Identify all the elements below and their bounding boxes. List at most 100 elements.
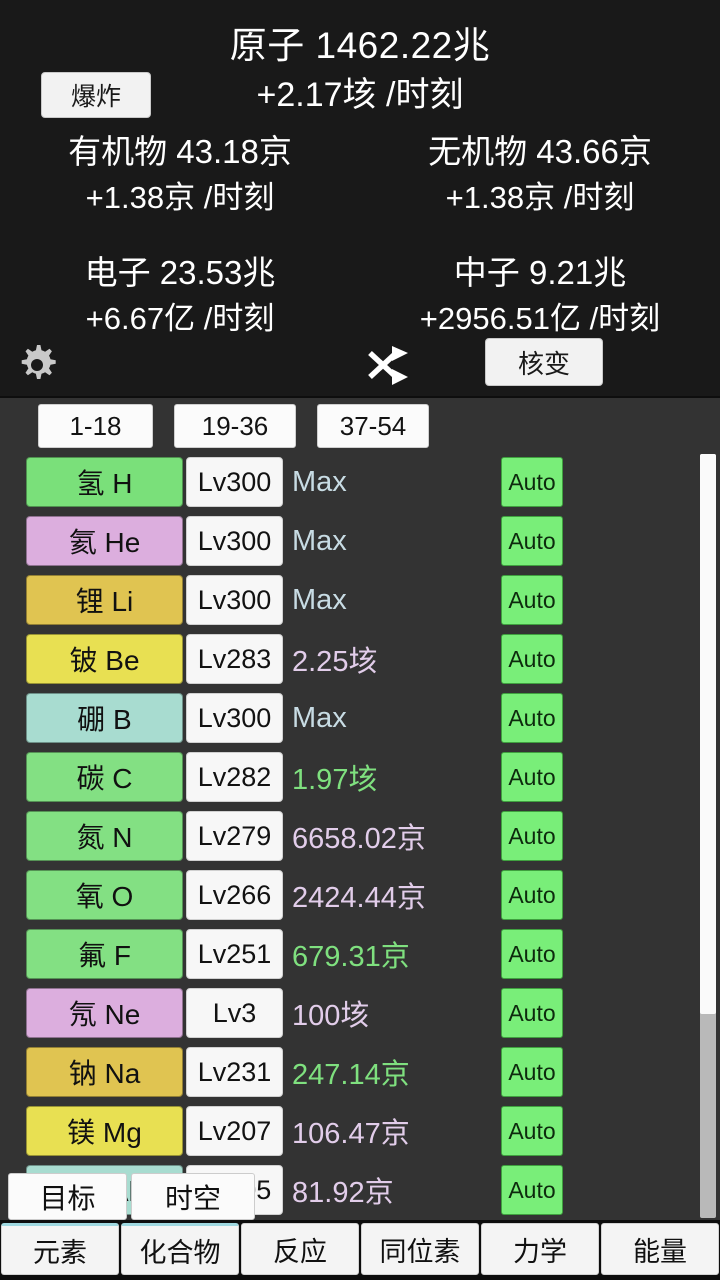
element-row: 氢 HLv300Max Auto [0, 452, 720, 511]
shuffle-icon[interactable] [365, 344, 411, 386]
nav-tab-isotopes[interactable]: 同位素 [361, 1223, 479, 1275]
element-auto-button[interactable]: Auto [501, 1165, 563, 1215]
neutron-rate: +2956.51亿 /时刻 [360, 296, 720, 342]
gear-icon[interactable] [14, 342, 60, 388]
stat-row-organic: 有机物 43.18京 +1.38京 /时刻 无机物 43.66京 +1.38京 … [0, 128, 720, 221]
element-auto-button[interactable]: Auto [501, 516, 563, 566]
element-name-button[interactable]: 氧 O [26, 870, 183, 920]
element-cost-label: 100垓 [292, 988, 369, 1038]
element-level-button[interactable]: Lv251 [186, 929, 283, 979]
fusion-button[interactable]: 核变 [485, 338, 603, 386]
stat-electron: 电子 23.53兆 +6.67亿 /时刻 [0, 249, 360, 342]
element-level-button[interactable]: Lv207 [186, 1106, 283, 1156]
range-tab-19-36[interactable]: 19-36 [174, 404, 296, 448]
element-name-button[interactable]: 碳 C [26, 752, 183, 802]
element-row: 钠 NaLv231247.14京 Auto [0, 1042, 720, 1101]
element-name-button[interactable]: 氟 F [26, 929, 183, 979]
resource-stats-grid: 有机物 43.18京 +1.38京 /时刻 无机物 43.66京 +1.38京 … [0, 128, 720, 342]
stat-inorganic: 无机物 43.66京 +1.38京 /时刻 [360, 128, 720, 221]
element-level-button[interactable]: Lv300 [186, 575, 283, 625]
element-auto-button[interactable]: Auto [501, 457, 563, 507]
element-auto-button[interactable]: Auto [501, 575, 563, 625]
organic-rate: +1.38京 /时刻 [0, 175, 360, 221]
nav-tab-compounds[interactable]: 化合物 [121, 1223, 239, 1275]
element-name-button[interactable]: 氦 He [26, 516, 183, 566]
element-auto-button[interactable]: Auto [501, 693, 563, 743]
element-cost-label: 6658.02京 [292, 811, 426, 861]
element-row: 氧 OLv2662424.44京 Auto [0, 865, 720, 924]
element-cost-label: Max [292, 575, 347, 625]
nav-tab-elements[interactable]: 元素 [1, 1223, 119, 1275]
element-auto-button[interactable]: Auto [501, 988, 563, 1038]
stat-row-particles: 电子 23.53兆 +6.67亿 /时刻 中子 9.21兆 +2956.51亿 … [0, 249, 720, 342]
range-tab-37-54[interactable]: 37-54 [317, 404, 429, 448]
neutron-amount: 中子 9.21兆 [360, 249, 720, 296]
element-cost-label: 106.47京 [292, 1106, 410, 1156]
list-scrollbar-track[interactable] [700, 454, 716, 1218]
element-level-button[interactable]: Lv300 [186, 457, 283, 507]
element-level-button[interactable]: Lv231 [186, 1047, 283, 1097]
spacetime-button[interactable]: 时空 [131, 1173, 255, 1220]
element-level-button[interactable]: Lv3 [186, 988, 283, 1038]
element-row: 氟 FLv251679.31京 Auto [0, 924, 720, 983]
element-auto-button[interactable]: Auto [501, 929, 563, 979]
element-cost-label: 81.92京 [292, 1165, 394, 1215]
element-row: 氮 NLv2796658.02京 Auto [0, 806, 720, 865]
element-name-button[interactable]: 氮 N [26, 811, 183, 861]
element-row: 镁 MgLv207106.47京 Auto [0, 1101, 720, 1160]
element-level-button[interactable]: Lv300 [186, 516, 283, 566]
element-list[interactable]: 氢 HLv300MaxAuto氦 HeLv300MaxAuto锂 LiLv300… [0, 452, 720, 1222]
nav-tab-energy[interactable]: 能量 [601, 1223, 719, 1275]
element-cost-label: Max [292, 693, 347, 743]
element-row: 硼 BLv300Max Auto [0, 688, 720, 747]
range-tab-1-18[interactable]: 1-18 [38, 404, 153, 448]
organic-amount: 有机物 43.18京 [0, 128, 360, 175]
element-auto-button[interactable]: Auto [501, 634, 563, 684]
element-auto-button[interactable]: Auto [501, 811, 563, 861]
element-name-button[interactable]: 铍 Be [26, 634, 183, 684]
element-cost-label: 247.14京 [292, 1047, 410, 1097]
element-auto-button[interactable]: Auto [501, 1106, 563, 1156]
stat-organic: 有机物 43.18京 +1.38京 /时刻 [0, 128, 360, 221]
element-name-button[interactable]: 氖 Ne [26, 988, 183, 1038]
element-level-button[interactable]: Lv266 [186, 870, 283, 920]
element-cost-label: Max [292, 457, 347, 507]
element-row: 碳 CLv2821.97垓Auto [0, 747, 720, 806]
element-auto-button[interactable]: Auto [501, 870, 563, 920]
element-name-button[interactable]: 钠 Na [26, 1047, 183, 1097]
element-level-button[interactable]: Lv279 [186, 811, 283, 861]
element-level-button[interactable]: Lv282 [186, 752, 283, 802]
element-level-button[interactable]: Lv283 [186, 634, 283, 684]
stat-neutron: 中子 9.21兆 +2956.51亿 /时刻 [360, 249, 720, 342]
electron-amount: 电子 23.53兆 [0, 249, 360, 296]
inorganic-amount: 无机物 43.66京 [360, 128, 720, 175]
element-level-button[interactable]: Lv300 [186, 693, 283, 743]
nav-tab-mechanics[interactable]: 力学 [481, 1223, 599, 1275]
target-button[interactable]: 目标 [8, 1173, 127, 1220]
list-scrollbar-thumb[interactable] [700, 454, 716, 1014]
element-name-button[interactable]: 镁 Mg [26, 1106, 183, 1156]
element-row: 氖 NeLv3100垓 Auto [0, 983, 720, 1042]
range-tab-bar: 1-18 19-36 37-54 [0, 396, 720, 452]
element-row: 铍 BeLv2832.25垓 Auto [0, 629, 720, 688]
icon-bar: 核变 [0, 338, 720, 396]
floating-action-buttons: 目标 时空 [8, 1173, 255, 1220]
element-cost-label: 679.31京 [292, 929, 410, 979]
element-auto-button[interactable]: Auto [501, 1047, 563, 1097]
electron-rate: +6.67亿 /时刻 [0, 296, 360, 342]
app-root: 原子 1462.22兆 +2.17垓 /时刻 爆炸 有机物 43.18京 +1.… [0, 0, 720, 1280]
element-cost-label: 2.25垓 [292, 634, 377, 684]
inorganic-rate: +1.38京 /时刻 [360, 175, 720, 221]
element-row: 锂 LiLv300Max Auto [0, 570, 720, 629]
element-name-button[interactable]: 硼 B [26, 693, 183, 743]
atom-amount: 原子 1462.22兆 [0, 22, 720, 70]
element-row: 氦 HeLv300MaxAuto [0, 511, 720, 570]
bottom-nav-bar: 元素 化合物 反应 同位素 力学 能量 [0, 1220, 720, 1280]
element-cost-label: 2424.44京 [292, 870, 426, 920]
element-name-button[interactable]: 锂 Li [26, 575, 183, 625]
nav-tab-reactions[interactable]: 反应 [241, 1223, 359, 1275]
explode-button[interactable]: 爆炸 [41, 72, 151, 118]
stats-panel: 原子 1462.22兆 +2.17垓 /时刻 爆炸 有机物 43.18京 +1.… [0, 0, 720, 392]
element-auto-button[interactable]: Auto [501, 752, 563, 802]
element-name-button[interactable]: 氢 H [26, 457, 183, 507]
